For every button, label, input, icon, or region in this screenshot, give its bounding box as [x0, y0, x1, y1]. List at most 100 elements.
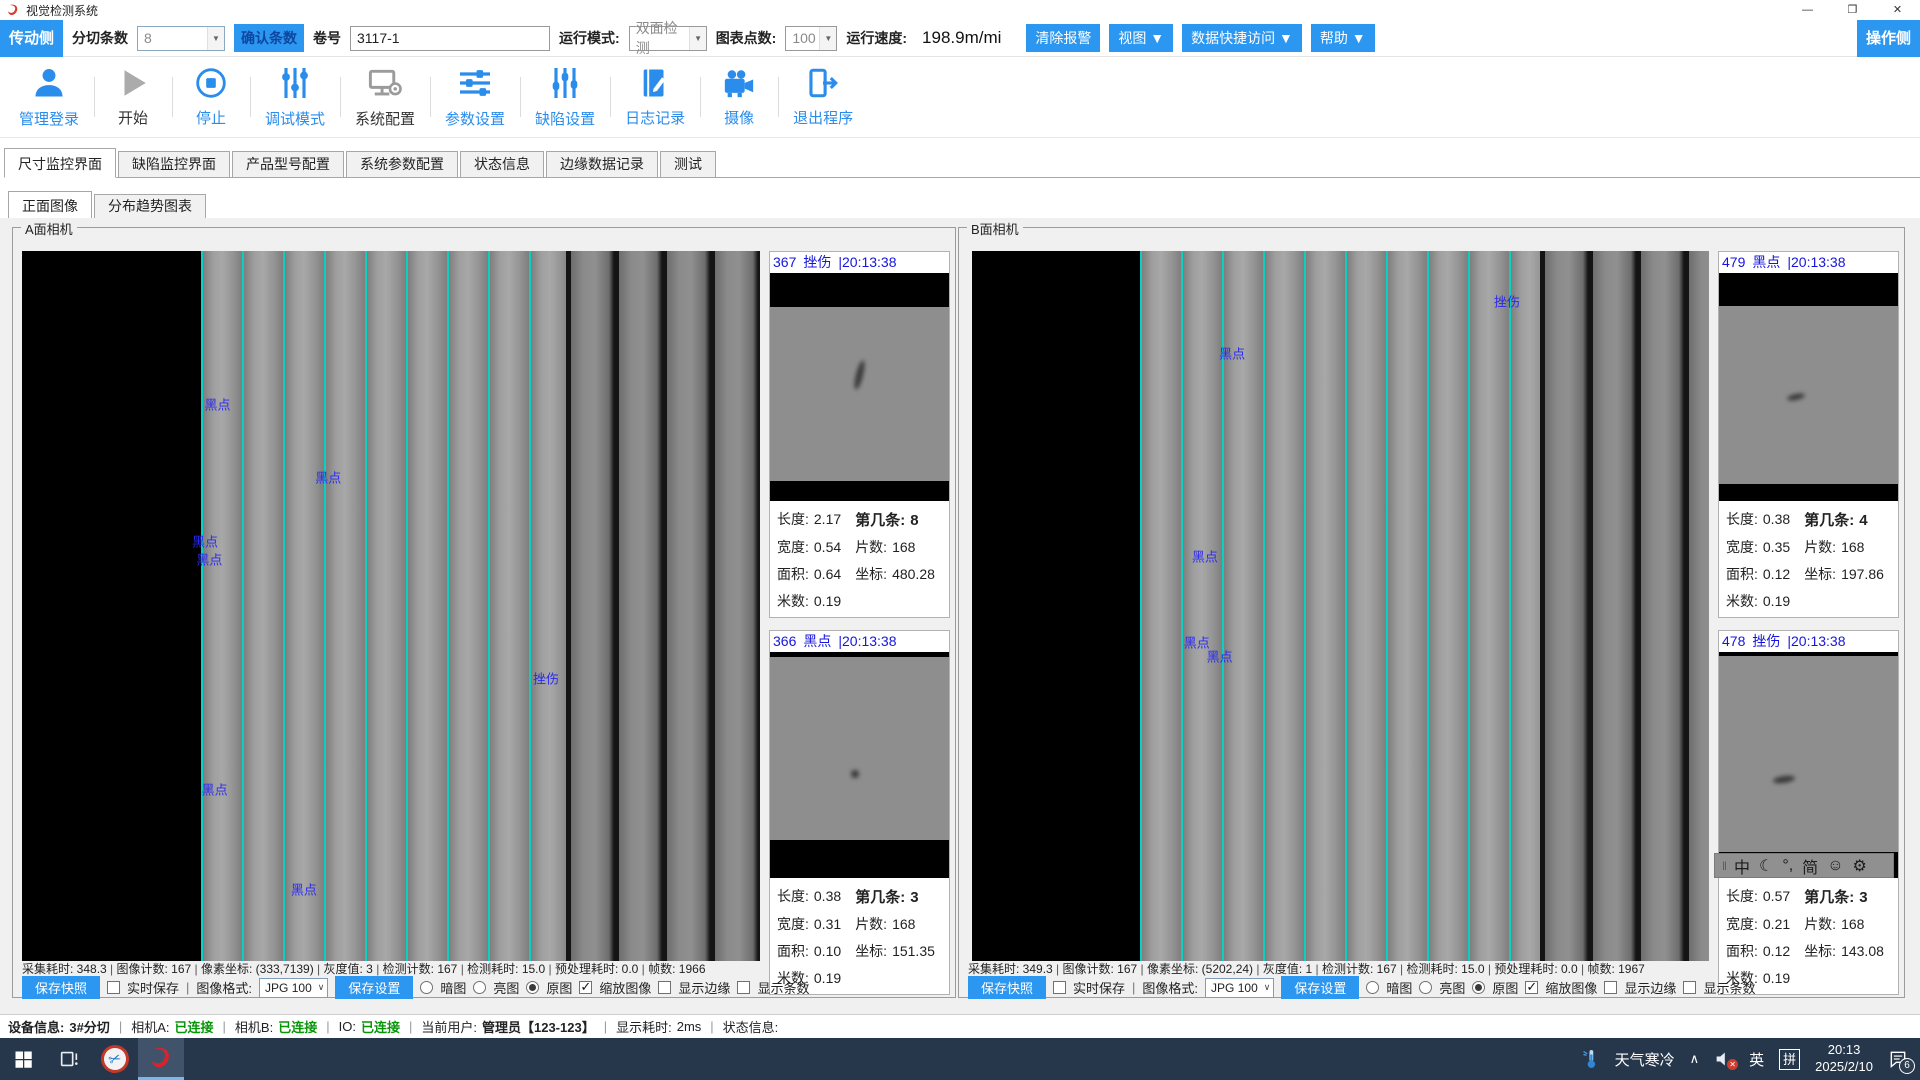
start-button[interactable]: [0, 1038, 46, 1080]
debug-mode-button[interactable]: 调试模式: [250, 57, 340, 137]
tab-size-monitor[interactable]: 尺寸监控界面: [4, 148, 116, 178]
defect-thumbnail[interactable]: [770, 652, 949, 878]
clock[interactable]: 20:13 2025/2/10: [1815, 1042, 1873, 1076]
ime-punctuation-button[interactable]: °,: [1782, 857, 1793, 875]
dark-image-radio[interactable]: [420, 981, 433, 994]
snipping-app-button[interactable]: ✂: [92, 1038, 138, 1080]
realtime-save-checkbox[interactable]: [1053, 981, 1066, 994]
bright-image-label: 亮图: [493, 978, 519, 997]
system-config-button[interactable]: 系统配置: [340, 57, 430, 137]
save-snapshot-button[interactable]: 保存快照: [968, 976, 1046, 999]
start-button[interactable]: 开始: [94, 57, 172, 137]
task-view-button[interactable]: [46, 1038, 92, 1080]
subtab-distribution-chart[interactable]: 分布趋势图表: [94, 194, 206, 218]
zoom-image-label: 缩放图像: [599, 978, 651, 997]
save-settings-button[interactable]: 保存设置: [335, 976, 413, 999]
hidden-icons-chevron[interactable]: ∧: [1690, 1051, 1700, 1067]
weather-text[interactable]: 天气寒冷: [1615, 1049, 1675, 1070]
chevron-down-icon: ∨: [318, 982, 325, 993]
defect-annotation: 黑点: [315, 467, 341, 486]
chart-points-dropdown[interactable]: 100 ▼: [785, 26, 837, 51]
tab-system-param-config[interactable]: 系统参数配置: [346, 151, 458, 177]
help-menu-button[interactable]: 帮助 ▼: [1311, 24, 1375, 52]
zoom-image-checkbox[interactable]: [579, 981, 592, 994]
defect-id: 367: [773, 252, 796, 273]
defect-settings-button[interactable]: 缺陷设置: [520, 57, 610, 137]
exit-program-button[interactable]: 退出程序: [778, 57, 868, 137]
realtime-save-label: 实时保存: [1073, 978, 1125, 997]
bright-image-radio[interactable]: [473, 981, 486, 994]
camera-b-status-value: 已连接: [278, 1017, 317, 1036]
confirm-count-button[interactable]: 确认条数: [234, 24, 304, 52]
ime-chinese-mode-button[interactable]: 中: [1734, 854, 1750, 878]
image-format-dropdown[interactable]: JPG 100∨: [1205, 978, 1274, 998]
clear-alarm-button[interactable]: 清除报警: [1026, 24, 1100, 52]
run-mode-dropdown[interactable]: 双面检测 ▼: [629, 26, 707, 51]
tab-test[interactable]: 测试: [660, 151, 716, 177]
close-button[interactable]: ✕: [1875, 0, 1920, 20]
slit-count-dropdown[interactable]: 8 ▼: [137, 26, 225, 51]
operator-side-button[interactable]: 操作侧: [1857, 20, 1920, 57]
show-edge-checkbox[interactable]: [1604, 981, 1617, 994]
show-edge-checkbox[interactable]: [658, 981, 671, 994]
tab-defect-monitor[interactable]: 缺陷监控界面: [118, 151, 230, 177]
action-label: 调试模式: [265, 108, 325, 129]
thermometer-icon: [1582, 1048, 1600, 1070]
drive-side-button[interactable]: 传动侧: [0, 20, 63, 57]
device-info-label: 设备信息:: [8, 1017, 64, 1036]
tab-edge-data-record[interactable]: 边缘数据记录: [546, 151, 658, 177]
chevron-down-icon: ▼: [207, 27, 224, 50]
zoom-image-checkbox[interactable]: [1525, 981, 1538, 994]
defect-time: |20:13:38: [1787, 631, 1845, 652]
log-record-button[interactable]: 日志记录: [610, 57, 700, 137]
volume-muted-icon[interactable]: ✕: [1714, 1050, 1734, 1068]
action-center-button[interactable]: 6: [1888, 1049, 1908, 1069]
stop-button[interactable]: 停止: [172, 57, 250, 137]
language-indicator[interactable]: 英: [1749, 1049, 1764, 1070]
camera-a-panel: A面相机 黑点 黑点 黑点 黑点 挫伤 黑点 黑点 367 挫伤 |20:13:…: [12, 227, 956, 998]
ime-simplified-button[interactable]: 简: [1802, 854, 1818, 878]
show-count-checkbox[interactable]: [1683, 981, 1696, 994]
camera-b-stats: 采集耗时: 349.3图像计数: 167像素坐标: (5202,24)灰度值: …: [968, 960, 1645, 977]
bright-image-radio[interactable]: [1419, 981, 1432, 994]
data-quick-access-menu-button[interactable]: 数据快捷访问 ▼: [1182, 24, 1302, 52]
action-label: 停止: [196, 107, 226, 128]
view-menu-button[interactable]: 视图 ▼: [1109, 24, 1173, 52]
admin-login-button[interactable]: 管理登录: [4, 57, 94, 137]
camera-b-image[interactable]: 挫伤 黑点 黑点 黑点 黑点: [972, 251, 1709, 961]
camera-a-defect-sidebar: 367 挫伤 |20:13:38 长度:2.17 第几条:8 宽度:0.54 片…: [769, 251, 950, 1007]
subtab-front-image[interactable]: 正面图像: [8, 191, 92, 219]
minimize-button[interactable]: —: [1785, 0, 1830, 20]
slit-count-value: 8: [144, 30, 152, 46]
defect-thumbnail[interactable]: [770, 273, 949, 501]
original-image-radio[interactable]: [526, 981, 539, 994]
tab-product-model-config[interactable]: 产品型号配置: [232, 151, 344, 177]
save-snapshot-button[interactable]: 保存快照: [22, 976, 100, 999]
vision-app-button[interactable]: [138, 1038, 184, 1080]
dark-image-radio[interactable]: [1366, 981, 1379, 994]
defect-thumbnail[interactable]: [1719, 273, 1898, 501]
ime-settings-gear-icon[interactable]: ⚙: [1853, 856, 1867, 876]
camera-b-defect-sidebar: 479 黑点 |20:13:38 长度:0.38 第几条:4 宽度:0.35 片…: [1718, 251, 1899, 1007]
parameter-settings-button[interactable]: 参数设置: [430, 57, 520, 137]
save-settings-button[interactable]: 保存设置: [1281, 976, 1359, 999]
tab-status-info[interactable]: 状态信息: [460, 151, 544, 177]
ime-grip[interactable]: ‖: [1722, 859, 1725, 873]
image-format-dropdown[interactable]: JPG 100∨: [259, 978, 328, 998]
capture-button[interactable]: 摄像: [700, 57, 778, 137]
action-label: 缺陷设置: [535, 108, 595, 129]
log-book-icon: [638, 66, 672, 100]
show-count-checkbox[interactable]: [737, 981, 750, 994]
status-bar: 设备信息: 3#分切 | 相机A: 已连接 | 相机B: 已连接 | IO: 已…: [0, 1014, 1920, 1038]
roll-number-input[interactable]: 3117-1: [350, 26, 550, 51]
ime-emoji-icon[interactable]: ☺: [1827, 857, 1843, 875]
maximize-button[interactable]: ❐: [1830, 0, 1875, 20]
ime-fullwidth-icon[interactable]: ☾: [1759, 856, 1773, 876]
realtime-save-checkbox[interactable]: [107, 981, 120, 994]
ime-mode-indicator[interactable]: 拼: [1779, 1049, 1800, 1070]
defect-thumbnail[interactable]: [1719, 652, 1898, 878]
original-image-radio[interactable]: [1472, 981, 1485, 994]
defect-type: 黑点: [803, 631, 831, 652]
camera-a-image[interactable]: 黑点 黑点 黑点 黑点 挫伤 黑点 黑点: [22, 251, 760, 961]
show-edge-label: 显示边缘: [678, 978, 730, 997]
